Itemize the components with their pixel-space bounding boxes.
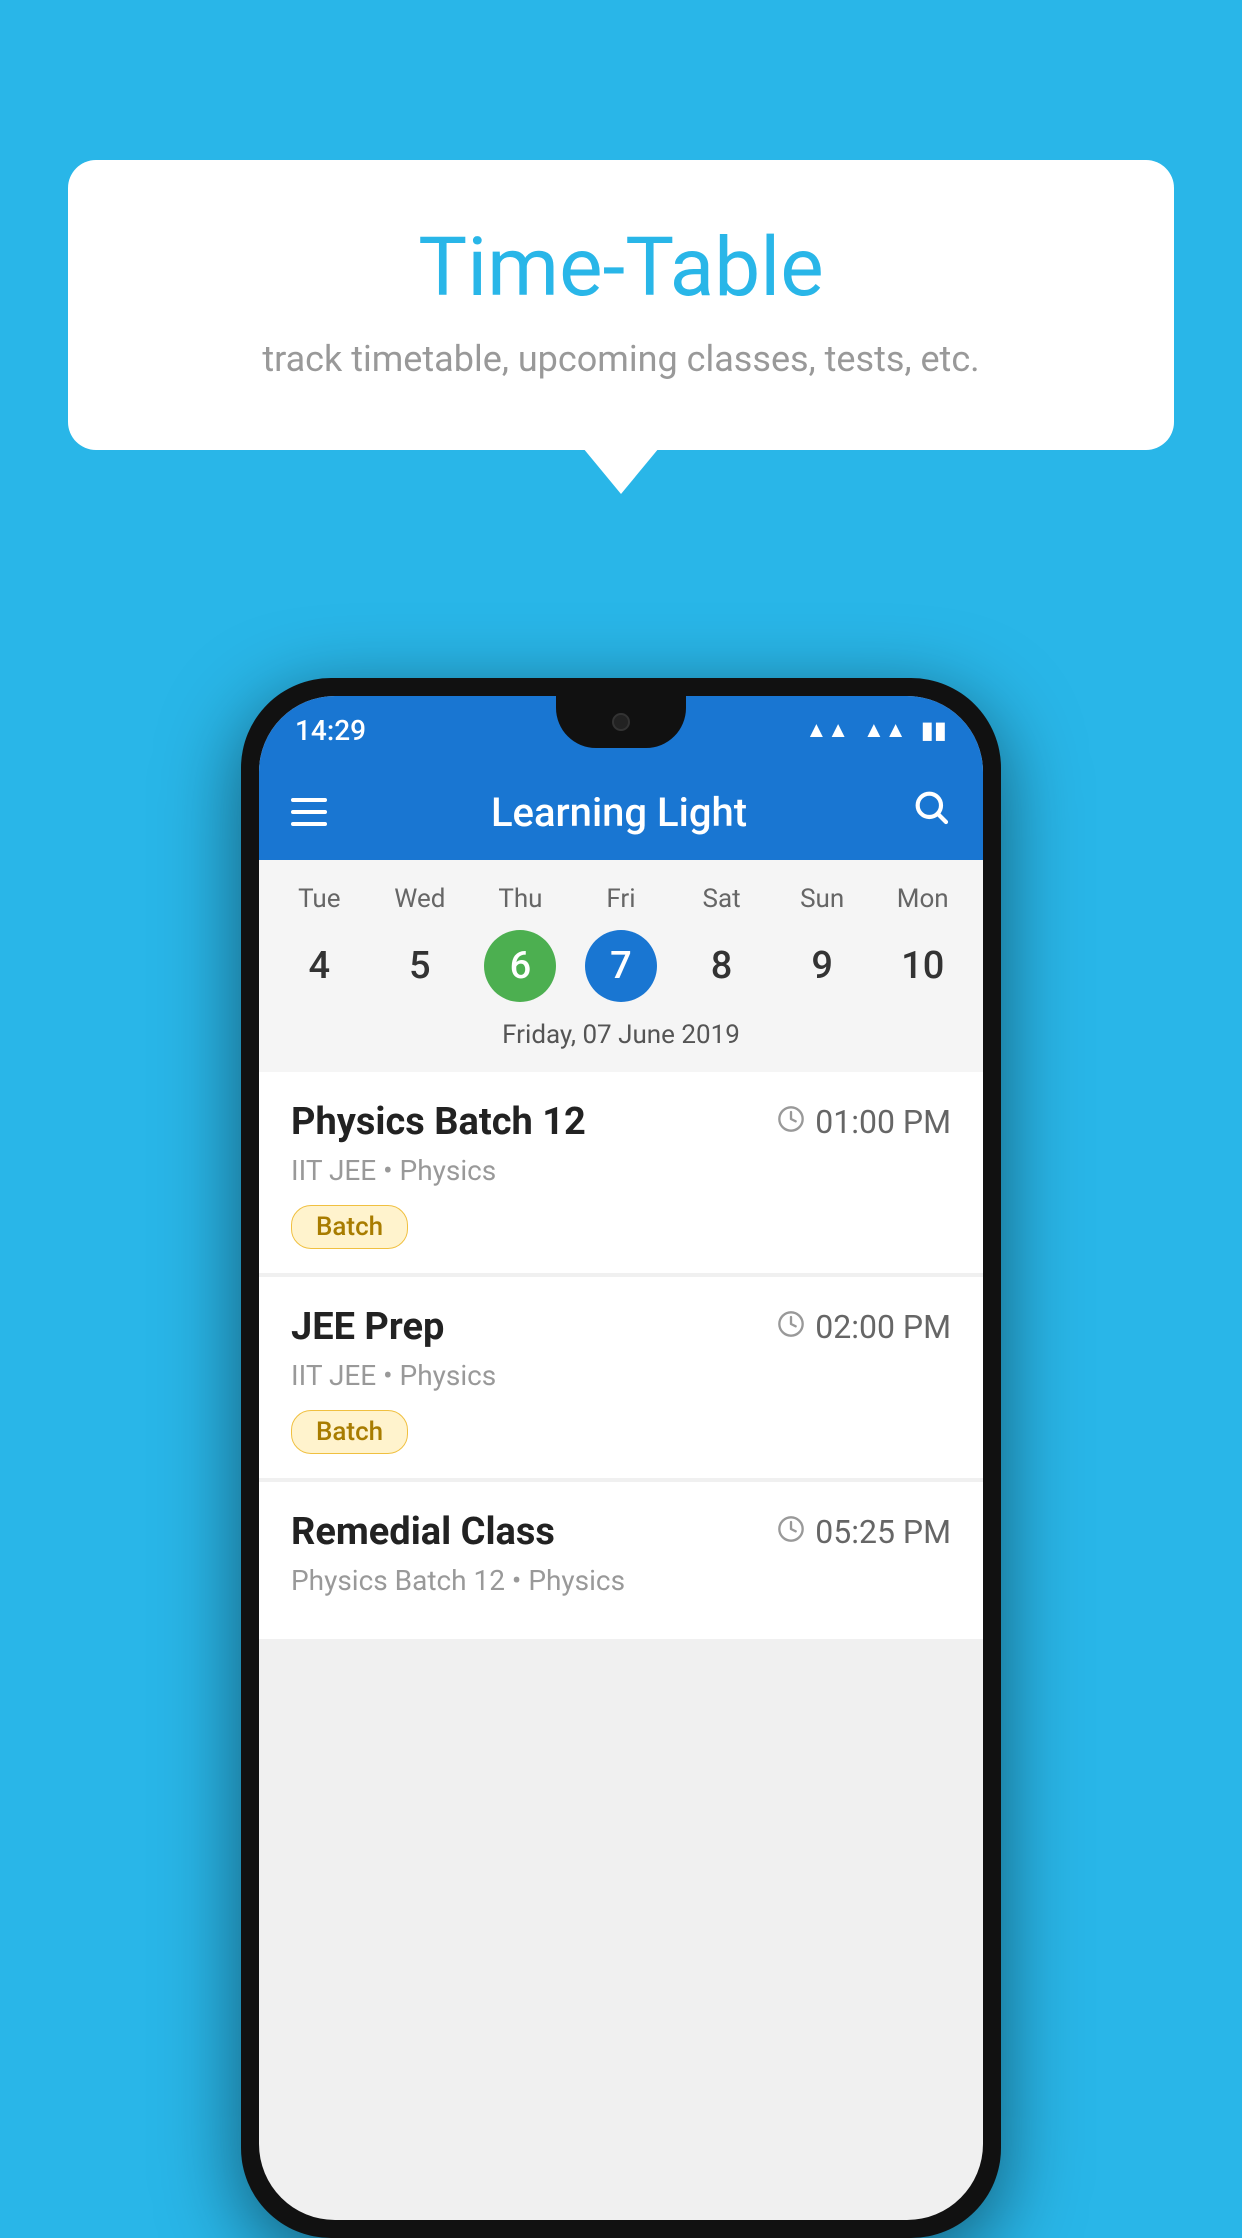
day-6-today[interactable]: 6: [484, 930, 556, 1002]
schedule-item-3-header: Remedial Class 05:25 PM: [291, 1510, 951, 1554]
day-numbers: 4 5 6 7 8 9 10: [259, 922, 983, 1010]
calendar-strip: Tue Wed Thu Fri Sat Sun Mon 4 5 6 7 8 9 …: [259, 860, 983, 1072]
phone-frame: 14:29 ▲ ▲ ▮ Learning Light: [241, 678, 1001, 2238]
signal-icon: ▲: [863, 717, 907, 743]
status-bar: 14:29 ▲ ▲ ▮: [259, 696, 983, 764]
day-label-fri: Fri: [571, 876, 672, 922]
schedule-item-1-header: Physics Batch 12 01:00 PM: [291, 1100, 951, 1144]
tooltip-subtitle: track timetable, upcoming classes, tests…: [118, 338, 1124, 380]
phone-screen: 14:29 ▲ ▲ ▮ Learning Light: [259, 696, 983, 2220]
schedule-item-2-badge: Batch: [291, 1410, 408, 1454]
app-bar: Learning Light: [259, 764, 983, 860]
schedule-item-3[interactable]: Remedial Class 05:25 PM Physics Batch 12…: [259, 1482, 983, 1639]
schedule-item-2-subtitle: IIT JEE • Physics: [291, 1359, 951, 1392]
day-5[interactable]: 5: [370, 930, 471, 1002]
schedule-item-3-time-text: 05:25 PM: [815, 1513, 951, 1551]
selected-date-label: Friday, 07 June 2019: [259, 1010, 983, 1064]
app-title: Learning Light: [355, 789, 883, 836]
day-label-sat: Sat: [671, 876, 772, 922]
schedule-item-2[interactable]: JEE Prep 02:00 PM IIT JEE • Physics Batc…: [259, 1277, 983, 1478]
day-8[interactable]: 8: [671, 930, 772, 1002]
day-7-selected[interactable]: 7: [585, 930, 657, 1002]
clock-icon-2: [777, 1310, 805, 1345]
schedule-item-3-title: Remedial Class: [291, 1510, 555, 1554]
day-label-tue: Tue: [269, 876, 370, 922]
day-labels: Tue Wed Thu Fri Sat Sun Mon: [259, 876, 983, 922]
schedule-item-2-title: JEE Prep: [291, 1305, 444, 1349]
day-label-wed: Wed: [370, 876, 471, 922]
day-label-mon: Mon: [872, 876, 973, 922]
day-10[interactable]: 10: [872, 930, 973, 1002]
schedule-item-1-time: 01:00 PM: [777, 1103, 951, 1141]
schedule-item-1-title: Physics Batch 12: [291, 1100, 586, 1144]
schedule-item-1[interactable]: Physics Batch 12 01:00 PM IIT JEE • Phys…: [259, 1072, 983, 1273]
schedule-item-1-badge: Batch: [291, 1205, 408, 1249]
schedule-list: Physics Batch 12 01:00 PM IIT JEE • Phys…: [259, 1072, 983, 1639]
schedule-item-2-header: JEE Prep 02:00 PM: [291, 1305, 951, 1349]
schedule-item-1-subtitle: IIT JEE • Physics: [291, 1154, 951, 1187]
tooltip-title: Time-Table: [118, 220, 1124, 316]
search-icon[interactable]: [911, 787, 951, 837]
clock-icon-1: [777, 1105, 805, 1140]
tooltip-card: Time-Table track timetable, upcoming cla…: [68, 160, 1174, 450]
schedule-item-3-time: 05:25 PM: [777, 1513, 951, 1551]
schedule-item-2-time: 02:00 PM: [777, 1308, 951, 1346]
hamburger-icon[interactable]: [291, 798, 327, 826]
day-label-sun: Sun: [772, 876, 873, 922]
day-9[interactable]: 9: [772, 930, 873, 1002]
notch: [556, 696, 686, 748]
schedule-item-2-time-text: 02:00 PM: [815, 1308, 951, 1346]
clock-icon-3: [777, 1515, 805, 1550]
wifi-icon: ▲: [805, 717, 849, 743]
schedule-item-3-subtitle: Physics Batch 12 • Physics: [291, 1564, 951, 1597]
camera-dot: [612, 713, 630, 731]
status-time: 14:29: [295, 714, 366, 747]
battery-icon: ▮: [921, 716, 947, 744]
day-label-thu: Thu: [470, 876, 571, 922]
day-4[interactable]: 4: [269, 930, 370, 1002]
status-icons: ▲ ▲ ▮: [805, 716, 947, 744]
schedule-item-1-time-text: 01:00 PM: [815, 1103, 951, 1141]
